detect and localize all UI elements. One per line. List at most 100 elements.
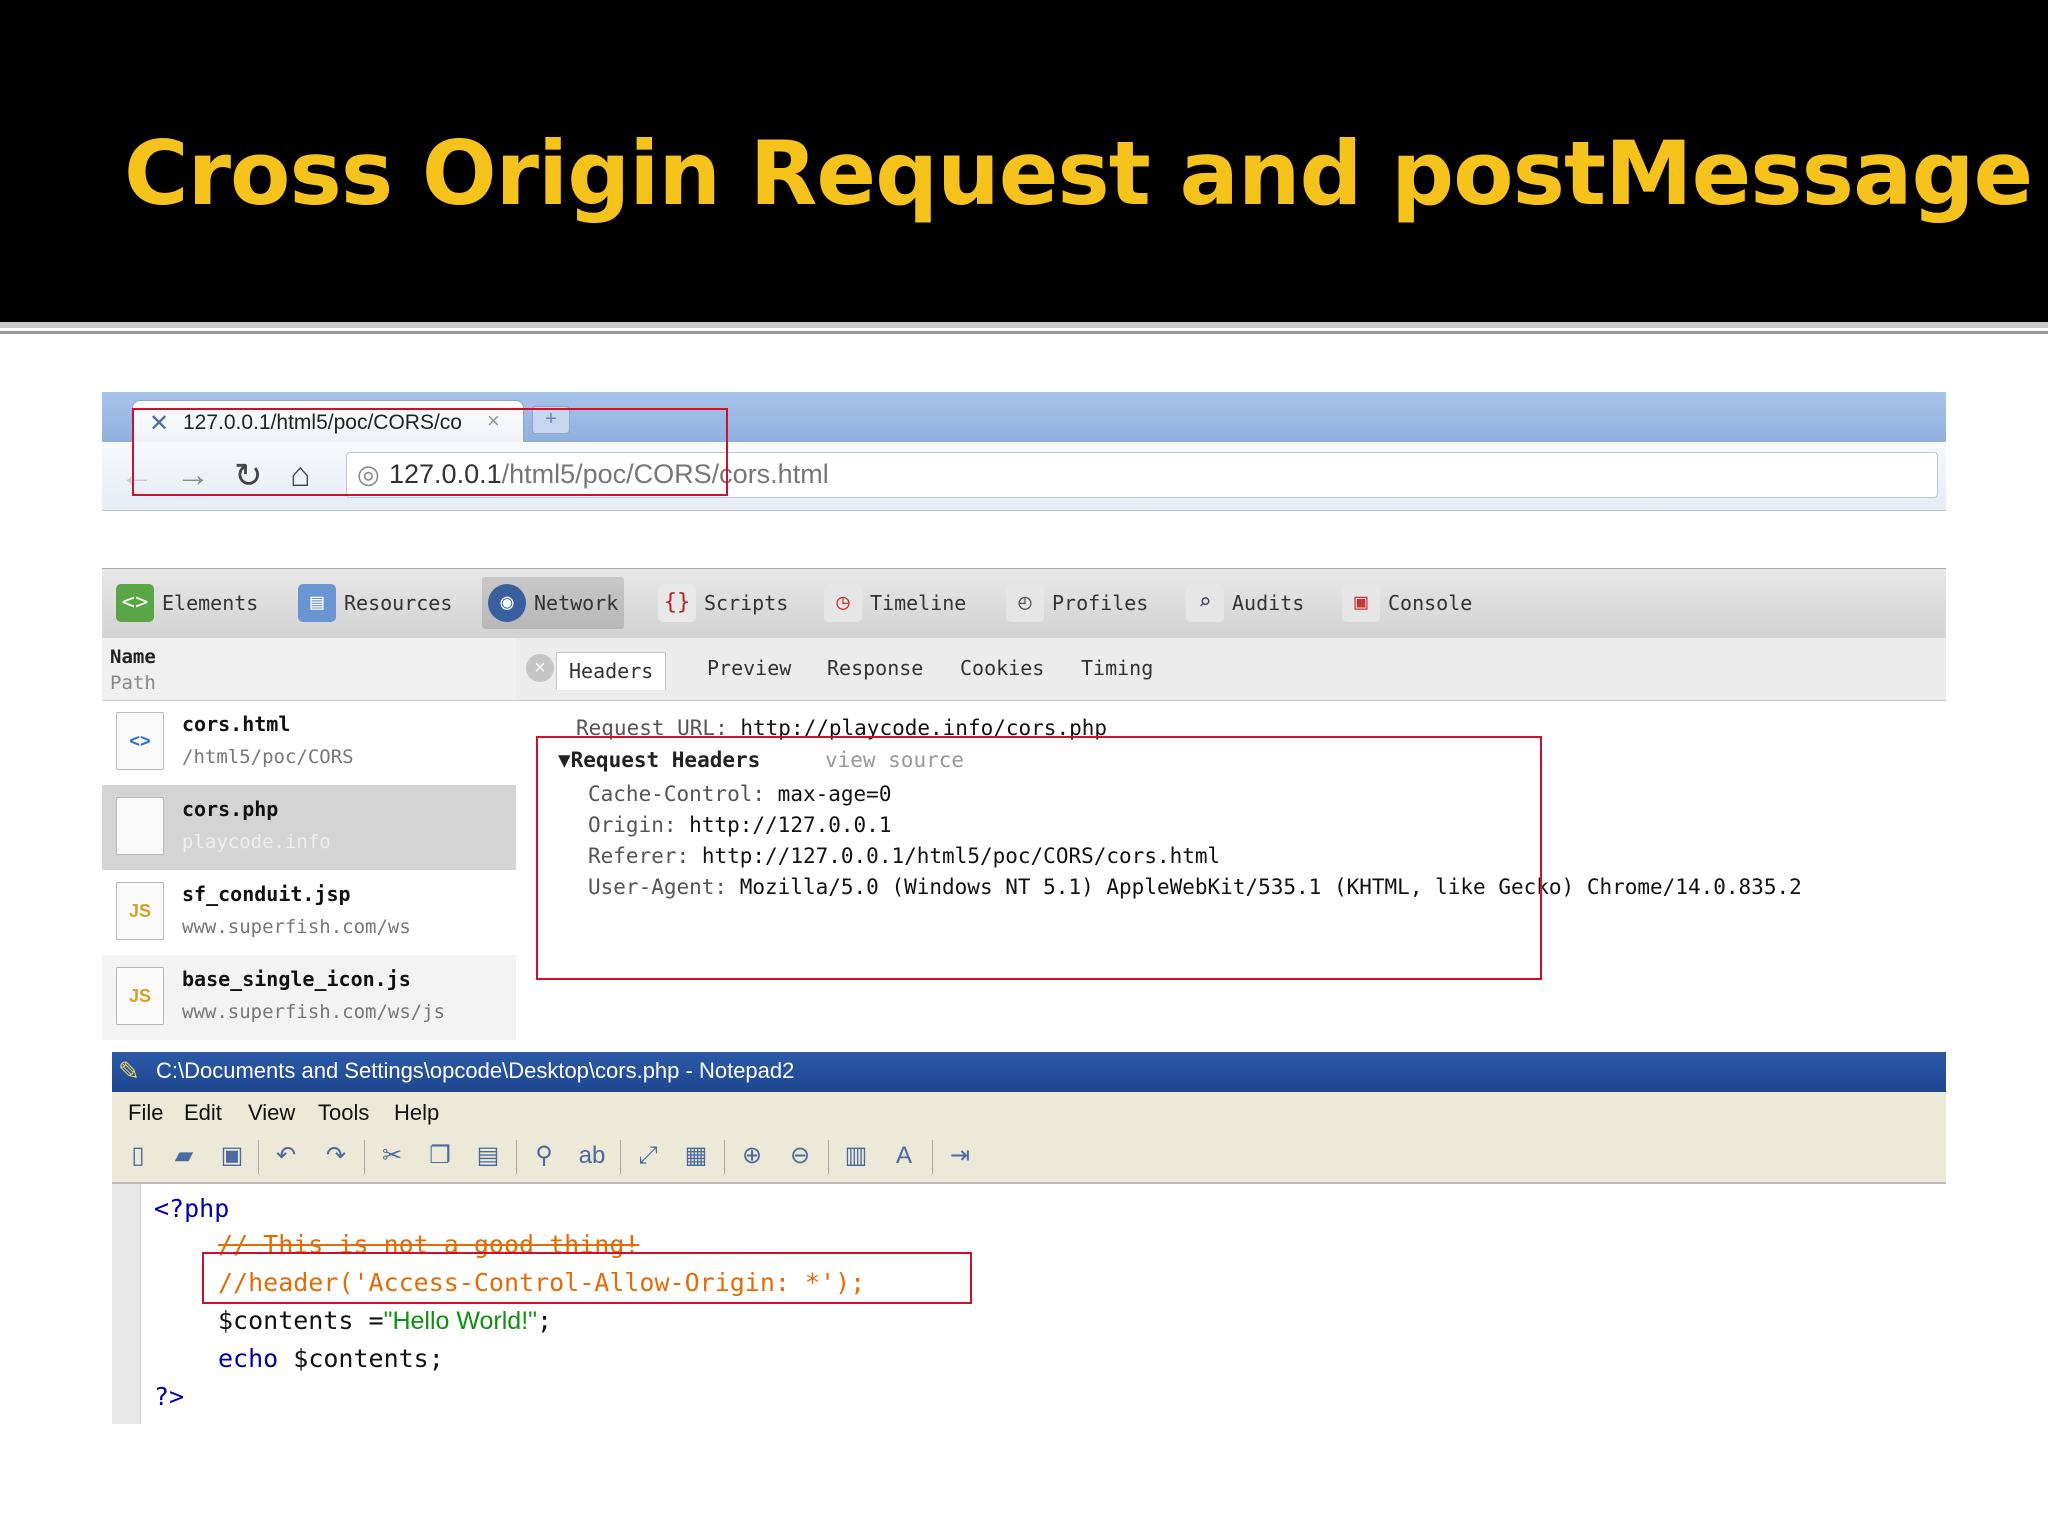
notepad-toolbar: ▯ ▰ ▣ ↶ ↷ ✂ ❐ ▤ ⚲ ab ⤢ ▦ ⊕ ⊖ ▥ A ⇥ — [112, 1132, 1946, 1184]
menu-help[interactable]: Help — [394, 1100, 439, 1126]
devtools-tool-label: Resources — [344, 591, 453, 615]
highlight-box-headers — [536, 736, 1542, 980]
tab-preview[interactable]: Preview — [707, 656, 791, 680]
network-icon: ◉ — [488, 584, 526, 622]
tab-cookies[interactable]: Cookies — [960, 656, 1044, 680]
tab-headers[interactable]: Headers — [556, 652, 667, 690]
html-file-icon: <> — [116, 712, 164, 770]
resource-row[interactable]: JS base_single_icon.js www.superfish.com… — [102, 955, 516, 1040]
devtools-tool-label: Network — [534, 591, 619, 615]
resource-name: base_single_icon.js — [182, 967, 411, 991]
console-icon: ▣ — [1342, 584, 1380, 622]
devtools-timeline-button[interactable]: ◷ Timeline — [824, 577, 966, 629]
devtools-tool-label: Scripts — [704, 591, 789, 615]
toolbar-separator — [516, 1140, 517, 1174]
devtools-tool-label: Profiles — [1052, 591, 1149, 615]
menu-file[interactable]: File — [128, 1100, 163, 1126]
devtools-network-button[interactable]: ◉ Network — [482, 577, 625, 629]
toolbar-separator — [828, 1140, 829, 1174]
close-detail-icon[interactable]: × — [526, 654, 554, 682]
editor-gutter — [112, 1184, 141, 1424]
title-divider — [0, 322, 2048, 328]
goto-icon[interactable]: ⤢ — [632, 1140, 664, 1172]
audits-icon: ⌕ — [1186, 584, 1224, 622]
code-keyword: echo — [218, 1344, 279, 1373]
column-path-header[interactable]: Path — [110, 672, 156, 694]
notepad-window-title: C:\Documents and Settings\opcode\Desktop… — [156, 1058, 795, 1083]
highlight-box-url — [132, 408, 728, 496]
scripts-icon: {} — [658, 584, 696, 622]
zoom-in-icon[interactable]: ⊕ — [736, 1140, 768, 1172]
timeline-icon: ◷ — [824, 584, 862, 622]
resource-list-header[interactable]: Name Path — [102, 638, 516, 701]
replace-icon[interactable]: ab — [576, 1140, 608, 1172]
detail-tab-bar: × Headers Preview Response Cookies Timin… — [516, 638, 1946, 701]
devtools-profiles-button[interactable]: ◴ Profiles — [1006, 577, 1148, 629]
devtools-console-button[interactable]: ▣ Console — [1342, 577, 1472, 629]
exit-icon[interactable]: ⇥ — [944, 1140, 976, 1172]
redo-icon[interactable]: ↷ — [320, 1140, 352, 1172]
resource-row-selected[interactable]: cors.php playcode.info — [102, 785, 516, 870]
code-token: ; — [537, 1306, 553, 1335]
find-icon[interactable]: ⚲ — [528, 1140, 560, 1172]
tab-timing[interactable]: Timing — [1081, 656, 1153, 680]
notepad-app-icon: ✎ — [118, 1056, 140, 1086]
devtools-tool-label: Audits — [1232, 591, 1305, 615]
blank-file-icon — [116, 797, 164, 855]
code-token: $contents; — [278, 1344, 444, 1373]
undo-icon[interactable]: ↶ — [270, 1140, 302, 1172]
toolbar-separator — [364, 1140, 365, 1174]
resource-name: cors.php — [182, 797, 279, 821]
paste-icon[interactable]: ▤ — [472, 1140, 504, 1172]
code-line: <?php — [154, 1194, 230, 1223]
resource-path: playcode.info — [182, 831, 331, 853]
column-name-header[interactable]: Name — [110, 646, 156, 668]
devtools-elements-button[interactable]: <> Elements — [116, 577, 258, 629]
menu-edit[interactable]: Edit — [184, 1100, 222, 1126]
code-token: $contents = — [218, 1306, 384, 1335]
elements-icon: <> — [116, 584, 154, 622]
code-line: echo $contents; — [218, 1344, 444, 1373]
code-editor[interactable]: <?php // This is not a good thing! //hea… — [112, 1184, 1946, 1424]
devtools-tool-label: Console — [1388, 591, 1473, 615]
cut-icon[interactable]: ✂ — [376, 1140, 408, 1172]
save-icon[interactable]: ▣ — [216, 1140, 248, 1172]
scheme-icon[interactable]: ▥ — [840, 1140, 872, 1172]
new-file-icon[interactable]: ▯ — [122, 1140, 154, 1172]
screenshot-composite: ✕ 127.0.0.1/html5/poc/CORS/co × + ← → ↻ … — [102, 392, 1946, 1424]
slide-title: Cross Origin Request and postMessage — [124, 122, 2033, 225]
tab-response[interactable]: Response — [827, 656, 923, 680]
resource-path: /html5/poc/CORS — [182, 746, 354, 768]
devtools-tool-label: Elements — [162, 591, 259, 615]
slide-title-bar: Cross Origin Request and postMessage — [0, 0, 2048, 322]
code-line: $contents ="Hello World!"; — [218, 1306, 552, 1336]
code-string: "Hello World!" — [383, 1307, 538, 1335]
resource-path: www.superfish.com/ws/js — [182, 1001, 446, 1023]
resource-path: www.superfish.com/ws — [182, 916, 411, 938]
copy-icon[interactable]: ❐ — [424, 1140, 456, 1172]
js-file-icon: JS — [116, 967, 164, 1025]
font-icon[interactable]: A — [888, 1140, 920, 1172]
devtools-toolbar: <> Elements ▤ Resources ◉ Network {} Scr… — [102, 568, 1946, 640]
word-wrap-icon[interactable]: ▦ — [680, 1140, 712, 1172]
resource-row[interactable]: JS sf_conduit.jsp www.superfish.com/ws — [102, 870, 516, 955]
code-line: ?> — [154, 1382, 185, 1411]
profiles-icon: ◴ — [1006, 584, 1044, 622]
network-resource-list: Name Path <> cors.html /html5/poc/CORS c… — [102, 638, 518, 1048]
open-folder-icon[interactable]: ▰ — [168, 1140, 200, 1172]
toolbar-separator — [932, 1140, 933, 1174]
toolbar-separator — [620, 1140, 621, 1174]
menu-tools[interactable]: Tools — [318, 1100, 369, 1126]
menu-view[interactable]: View — [248, 1100, 295, 1126]
notepad-title-bar: ✎ C:\Documents and Settings\opcode\Deskt… — [112, 1052, 1946, 1092]
highlight-box-code — [202, 1252, 972, 1304]
toolbar-separator — [258, 1140, 259, 1174]
devtools-resources-button[interactable]: ▤ Resources — [298, 577, 452, 629]
resources-icon: ▤ — [298, 584, 336, 622]
devtools-scripts-button[interactable]: {} Scripts — [658, 577, 788, 629]
title-divider-secondary — [0, 331, 2048, 334]
devtools-audits-button[interactable]: ⌕ Audits — [1186, 577, 1304, 629]
zoom-out-icon[interactable]: ⊖ — [784, 1140, 816, 1172]
devtools-tool-label: Timeline — [870, 591, 967, 615]
resource-row[interactable]: <> cors.html /html5/poc/CORS — [102, 700, 516, 785]
